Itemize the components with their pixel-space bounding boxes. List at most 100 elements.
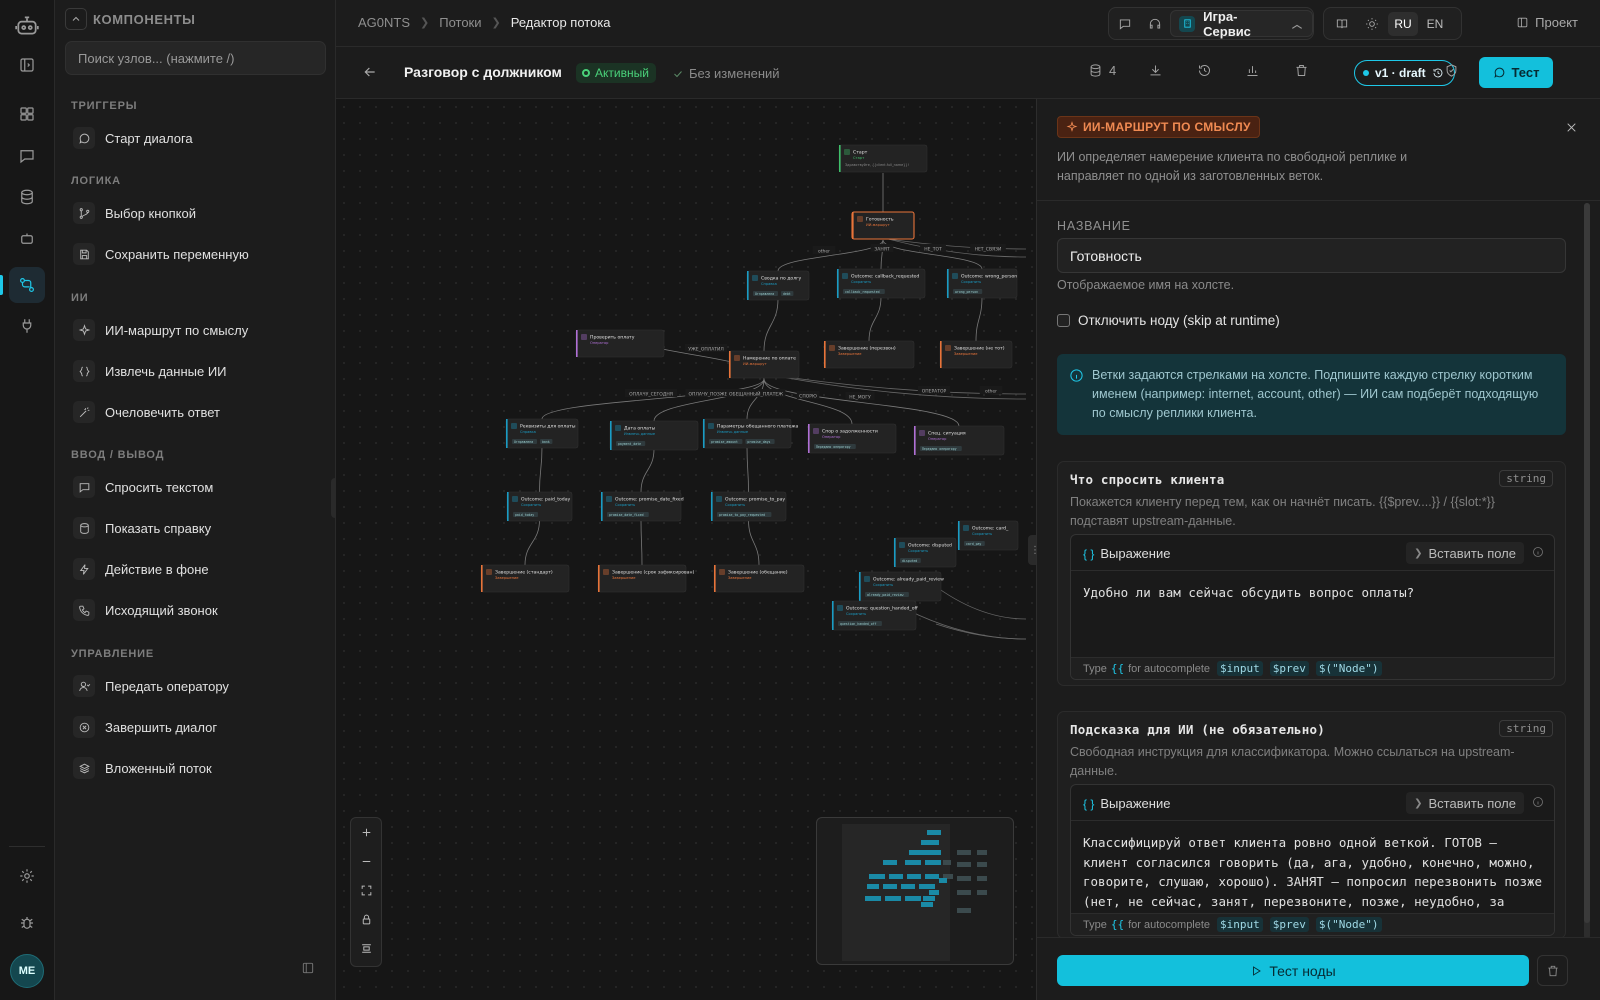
token-prev[interactable]: $prev	[1269, 661, 1309, 676]
edge-label[interactable]: НЕ_МОГУ	[849, 395, 871, 401]
breadcrumb-flows[interactable]: Потоки	[439, 15, 481, 30]
component-save-variable[interactable]: Сохранить переменную	[67, 237, 325, 271]
component-show-info[interactable]: Показать справку	[67, 511, 325, 545]
node-name-input[interactable]	[1057, 238, 1566, 273]
inspector-scrollbar[interactable]	[1584, 203, 1590, 939]
book-icon[interactable]	[1328, 10, 1356, 38]
flow-node-cb[interactable]: Outcome: callback_requestedСохранить call…	[836, 268, 926, 299]
insert-field-button[interactable]: ❯ Вставить поле	[1406, 542, 1524, 564]
flow-node-intent[interactable]: Намерение по оплатеИИ-маршрут	[728, 350, 800, 379]
token-node[interactable]: $("Node")	[1315, 917, 1382, 932]
flow-edge[interactable]	[640, 448, 655, 493]
flow-node-o5[interactable]: Outcome: card_Сохранить card_pay	[957, 520, 1019, 551]
back-button[interactable]	[362, 64, 378, 83]
ai-hint-expression-editor[interactable]: { } Выражение ❯ Вставить поле Классифициру…	[1070, 784, 1555, 936]
dashboard-icon[interactable]	[9, 96, 45, 132]
flow-node-params[interactable]: Параметры обещанного платежаИзвлечь данн…	[702, 418, 798, 449]
auto-layout-button[interactable]	[351, 934, 381, 963]
flow-edge[interactable]	[777, 239, 884, 272]
component-button-choice[interactable]: Выбор кнопкой	[67, 196, 325, 230]
token-input[interactable]: $input	[1217, 661, 1263, 676]
flow-node-wp[interactable]: Outcome: wrong_personСохранить wrong_pers…	[946, 268, 1017, 299]
datasets-button[interactable]: 4	[1088, 63, 1116, 78]
ai-hint-expression-value[interactable]: Классифицируй ответ клиента ровно одной …	[1083, 833, 1543, 911]
prompt-expression-editor[interactable]: { } Выражение ❯ Вставить поле Удобно ли ва…	[1070, 534, 1555, 680]
fit-view-button[interactable]	[351, 876, 381, 905]
token-node[interactable]: $("Node")	[1315, 661, 1382, 676]
edge-label[interactable]: СПОРЮ	[799, 394, 817, 400]
version-selector[interactable]: v1 · draft	[1354, 60, 1455, 86]
lang-ru-button[interactable]: RU	[1388, 11, 1418, 36]
edge-label[interactable]: ОПЛАЧУ_ПОЗЖЕ	[689, 392, 728, 398]
flow-node-start[interactable]: СтартСтарт Здравствуйте, {{client.full_na…	[838, 144, 928, 173]
chat-icon[interactable]	[9, 138, 45, 174]
info-icon[interactable]	[1532, 546, 1544, 561]
component-start-dialog[interactable]: Старт диалога	[67, 121, 325, 155]
scrollbar-thumb[interactable]	[1584, 203, 1590, 923]
node-search-input[interactable]	[65, 41, 326, 75]
flow-node-ready[interactable]: ГотовностьИИ-маршрут	[851, 211, 915, 240]
edge-label[interactable]: НЕТ_СВЯЗИ	[975, 247, 1002, 253]
token-prev[interactable]: $prev	[1269, 917, 1309, 932]
test-node-button[interactable]: Тест ноды	[1057, 955, 1529, 986]
flow-node-check[interactable]: Проверить оплатуОператор	[575, 329, 665, 358]
breadcrumb-home[interactable]: AG0NTS	[358, 15, 410, 30]
disable-node-checkbox[interactable]: Отключить ноду (skip at runtime)	[1057, 313, 1280, 328]
component-ai-route[interactable]: ИИ-маршрут по смыслу	[67, 313, 325, 347]
component-subflow[interactable]: Вложенный поток	[67, 751, 325, 785]
flow-edge[interactable]	[539, 446, 543, 493]
edge-label[interactable]: ЗАНЯТ	[874, 247, 889, 253]
flow-edge[interactable]	[935, 623, 1027, 640]
flow-node-o7[interactable]: Outcome: question_handed_offСохранить que…	[831, 600, 919, 631]
component-ai-extract[interactable]: Извлечь данные ИИ	[67, 354, 325, 388]
flow-edge[interactable]	[748, 519, 760, 566]
flow-node-req[interactable]: Реквизиты для оплатыСправка Отправлена ban…	[505, 418, 579, 449]
flow-node-e2[interactable]: Завершение (срок зафиксирован)Завершение	[597, 564, 695, 593]
flow-node-o6[interactable]: Outcome: already_paid_reviewСохранить alr…	[858, 571, 944, 602]
component-humanize[interactable]: Очеловечить ответ	[67, 395, 325, 429]
edge-label[interactable]: УЖЕ_ОПЛАТИЛ	[688, 347, 724, 353]
validate-button[interactable]	[1444, 63, 1459, 78]
workspace-selector[interactable]: Игра-Сервис ︿	[1170, 9, 1313, 39]
sidebar-toggle-icon[interactable]	[9, 47, 45, 83]
component-outgoing-call[interactable]: Исходящий звонок	[67, 593, 325, 627]
flow-edge[interactable]	[868, 296, 882, 342]
database-icon[interactable]	[9, 179, 45, 215]
flow-node-endwp[interactable]: Завершение (не тот)Завершение	[939, 340, 1013, 369]
collapse-panel-button[interactable]	[65, 8, 87, 30]
edge-label[interactable]: ОПЛАЧУ_СЕГОДНЯ	[629, 392, 673, 398]
flow-canvas[interactable]: other ЗАНЯТ НЕ_ТОТ НЕТ_СВЯЗИ УЖЕ_ОПЛАТИЛ ОПЛА…	[336, 99, 1036, 1000]
flow-node-hard[interactable]: Спец. ситуацияОператор Передано оператору	[913, 425, 1005, 456]
flow-edge[interactable]	[541, 378, 765, 420]
edge-label[interactable]: ОБЕЩАННЫЙ_ПЛАТЕЖ	[729, 391, 783, 398]
lang-en-button[interactable]: EN	[1420, 12, 1450, 36]
flow-node-dispute[interactable]: Спор о задолженностиОператор Передано опе…	[807, 423, 897, 454]
flow-node-date[interactable]: Дата оплатыИзвлечь данные payment_date	[609, 420, 699, 451]
flow-node-o4[interactable]: Outcome: disputedСохранить disputed	[893, 537, 957, 568]
download-button[interactable]	[1148, 63, 1163, 78]
flow-node-debt[interactable]: Сводка по долгуСправка Отправлена debt	[746, 270, 810, 301]
delete-flow-button[interactable]	[1294, 63, 1309, 78]
flow-edge[interactable]	[524, 519, 540, 566]
minimap[interactable]	[816, 817, 1014, 965]
analytics-button[interactable]	[1245, 63, 1260, 78]
project-button[interactable]: Проект	[1516, 15, 1578, 30]
flow-edge[interactable]	[746, 446, 749, 493]
zoom-in-button[interactable]	[351, 818, 381, 847]
component-ask-text[interactable]: Спросить текстом	[67, 470, 325, 504]
insert-field-button[interactable]: ❯ Вставить поле	[1406, 792, 1524, 814]
close-inspector-button[interactable]	[1565, 121, 1578, 137]
flow-node-o2[interactable]: Outcome: promise_date_fixedСохранить prom…	[600, 491, 684, 522]
bot-icon[interactable]	[9, 220, 45, 256]
settings-icon[interactable]	[9, 858, 45, 894]
test-flow-button[interactable]: Тест	[1479, 57, 1553, 88]
flow-node-e3[interactable]: Завершение (обещание)Завершение	[713, 564, 805, 593]
bug-icon[interactable]	[9, 905, 45, 941]
token-input[interactable]: $input	[1217, 917, 1263, 932]
flow-edge[interactable]	[763, 298, 779, 352]
flows-icon[interactable]	[0, 267, 45, 303]
edge-label[interactable]: ОПЕРАТОР	[922, 389, 947, 395]
zoom-out-button[interactable]	[351, 847, 381, 876]
plug-icon[interactable]	[9, 308, 45, 344]
edge-label[interactable]: other	[985, 389, 997, 395]
